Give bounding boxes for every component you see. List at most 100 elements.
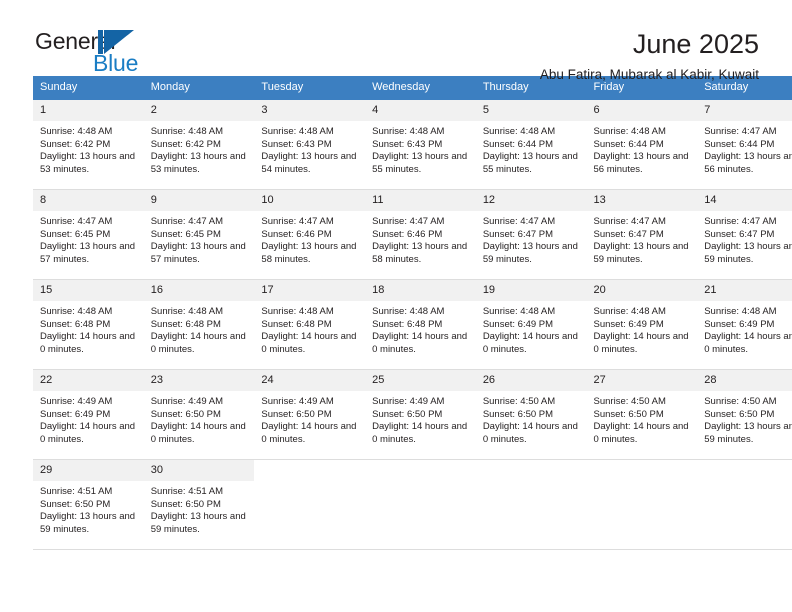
day-cell-inner: 10 Sunrise: 4:47 AM Sunset: 6:46 PM Dayligh… — [254, 190, 366, 279]
calendar-day-cell[interactable]: 26 Sunrise: 4:50 AM Sunset: 6:50 PM Dayligh… — [475, 369, 587, 460]
daylight-text: Daylight: 13 hours and 58 minutes. — [261, 241, 357, 265]
daylight-text: Daylight: 13 hours and 59 minutes. — [40, 511, 136, 535]
daylight-text: Daylight: 14 hours and 0 minutes. — [482, 331, 578, 355]
day-number: 22 — [33, 370, 144, 391]
day-cell-inner: 25 Sunrise: 4:49 AM Sunset: 6:50 PM Dayligh… — [365, 370, 476, 459]
sunrise-text: Sunrise: 4:47 AM — [261, 216, 334, 227]
day-cell-inner — [697, 460, 792, 549]
daylight-text: Daylight: 13 hours and 53 minutes. — [40, 151, 136, 175]
calendar-day-cell[interactable]: 24 Sunrise: 4:49 AM Sunset: 6:50 PM Dayligh… — [254, 369, 366, 460]
day-cell-inner: 11 Sunrise: 4:47 AM Sunset: 6:46 PM Dayligh… — [365, 190, 476, 279]
day-cell-details: Sunrise: 4:48 AM Sunset: 6:48 PM Daylight:… — [33, 301, 144, 356]
calendar-day-cell[interactable]: 13 Sunrise: 4:47 AM Sunset: 6:47 PM Dayligh… — [586, 189, 698, 280]
daylight-text: Daylight: 13 hours and 57 minutes. — [150, 241, 246, 265]
calendar-day-cell[interactable]: 27 Sunrise: 4:50 AM Sunset: 6:50 PM Dayligh… — [586, 369, 698, 460]
sunset-text: Sunset: 6:50 PM — [40, 498, 111, 510]
calendar-day-cell[interactable]: 23 Sunrise: 4:49 AM Sunset: 6:50 PM Dayligh… — [143, 369, 255, 460]
day-cell-inner: 3 Sunrise: 4:48 AM Sunset: 6:43 PM Daylight… — [254, 100, 366, 189]
daylight-text: Daylight: 13 hours and 59 minutes. — [482, 241, 578, 265]
calendar-day-cell-empty — [254, 459, 366, 550]
day-cell-details: Sunrise: 4:48 AM Sunset: 6:48 PM Daylight:… — [365, 301, 476, 356]
day-cell-details: Sunrise: 4:47 AM Sunset: 6:44 PM Daylight:… — [697, 121, 792, 176]
day-number: 24 — [254, 370, 366, 391]
sunset-text: Sunset: 6:47 PM — [704, 228, 775, 240]
calendar-day-cell[interactable]: 10 Sunrise: 4:47 AM Sunset: 6:46 PM Dayligh… — [254, 189, 366, 280]
day-cell-details: Sunrise: 4:50 AM Sunset: 6:50 PM Daylight:… — [697, 391, 792, 446]
day-cell-inner: 6 Sunrise: 4:48 AM Sunset: 6:44 PM Daylight… — [586, 100, 698, 189]
calendar-day-cell[interactable]: 12 Sunrise: 4:47 AM Sunset: 6:47 PM Dayligh… — [475, 189, 587, 280]
day-number: 29 — [33, 460, 144, 481]
calendar-day-cell[interactable]: 7 Sunrise: 4:47 AM Sunset: 6:44 PM Daylight… — [697, 99, 792, 190]
calendar-day-cell[interactable]: 14 Sunrise: 4:47 AM Sunset: 6:47 PM Dayligh… — [697, 189, 792, 280]
sunrise-text: Sunrise: 4:47 AM — [593, 216, 666, 227]
daylight-text: Daylight: 14 hours and 0 minutes. — [40, 421, 136, 445]
brand-logo[interactable]: General Blue — [33, 28, 163, 80]
calendar-day-cell[interactable]: 9 Sunrise: 4:47 AM Sunset: 6:45 PM Daylight… — [143, 189, 255, 280]
day-cell-details: Sunrise: 4:49 AM Sunset: 6:50 PM Daylight:… — [144, 391, 255, 446]
sunset-text: Sunset: 6:49 PM — [704, 318, 775, 330]
day-cell-details: Sunrise: 4:48 AM Sunset: 6:48 PM Daylight:… — [254, 301, 365, 356]
daylight-text: Daylight: 13 hours and 56 minutes. — [593, 151, 689, 175]
day-cell-details: Sunrise: 4:47 AM Sunset: 6:47 PM Daylight:… — [476, 211, 587, 266]
sunrise-text: Sunrise: 4:48 AM — [593, 306, 666, 317]
calendar-day-cell[interactable]: 5 Sunrise: 4:48 AM Sunset: 6:44 PM Daylight… — [475, 99, 587, 190]
day-cell-inner: 17 Sunrise: 4:48 AM Sunset: 6:48 PM Dayligh… — [254, 280, 366, 369]
calendar-day-cell[interactable]: 6 Sunrise: 4:48 AM Sunset: 6:44 PM Daylight… — [586, 99, 698, 190]
day-cell-inner: 5 Sunrise: 4:48 AM Sunset: 6:44 PM Daylight… — [475, 100, 587, 189]
day-cell-details: Sunrise: 4:50 AM Sunset: 6:50 PM Daylight:… — [476, 391, 587, 446]
daylight-text: Daylight: 13 hours and 59 minutes. — [150, 511, 246, 535]
day-cell-details: Sunrise: 4:47 AM Sunset: 6:46 PM Daylight:… — [365, 211, 476, 266]
calendar-day-cell[interactable]: 8 Sunrise: 4:47 AM Sunset: 6:45 PM Daylight… — [33, 189, 144, 280]
day-cell-details — [697, 481, 792, 486]
calendar-day-cell[interactable]: 21 Sunrise: 4:48 AM Sunset: 6:49 PM Dayligh… — [697, 279, 792, 370]
calendar-day-cell[interactable]: 20 Sunrise: 4:48 AM Sunset: 6:49 PM Dayligh… — [586, 279, 698, 370]
day-number: 9 — [143, 190, 255, 211]
day-cell-inner: 18 Sunrise: 4:48 AM Sunset: 6:48 PM Dayligh… — [365, 280, 476, 369]
day-number: 21 — [697, 280, 792, 301]
daylight-text: Daylight: 13 hours and 58 minutes. — [372, 241, 468, 265]
day-cell-details: Sunrise: 4:48 AM Sunset: 6:43 PM Daylight:… — [254, 121, 365, 176]
title-block: June 2025 Abu Fatira, Mubarak al Kabir, … — [540, 28, 759, 84]
calendar-day-cell[interactable]: 4 Sunrise: 4:48 AM Sunset: 6:43 PM Daylight… — [365, 99, 476, 190]
day-cell-details: Sunrise: 4:48 AM Sunset: 6:44 PM Daylight:… — [476, 121, 587, 176]
calendar-day-cell[interactable]: 28 Sunrise: 4:50 AM Sunset: 6:50 PM Dayligh… — [697, 369, 792, 460]
calendar-day-cell[interactable]: 22 Sunrise: 4:49 AM Sunset: 6:49 PM Dayligh… — [33, 369, 144, 460]
day-number: 4 — [365, 100, 476, 121]
calendar-page: General Blue June 2025 Abu Fatira, Mubar… — [0, 0, 792, 612]
daylight-text: Daylight: 14 hours and 0 minutes. — [372, 331, 468, 355]
day-cell-inner: 19 Sunrise: 4:48 AM Sunset: 6:49 PM Dayligh… — [475, 280, 587, 369]
daylight-text: Daylight: 14 hours and 0 minutes. — [593, 331, 689, 355]
sunset-text: Sunset: 6:46 PM — [372, 228, 443, 240]
sunset-text: Sunset: 6:43 PM — [372, 138, 443, 150]
calendar-day-cell[interactable]: 19 Sunrise: 4:48 AM Sunset: 6:49 PM Dayligh… — [475, 279, 587, 370]
daylight-text: Daylight: 13 hours and 55 minutes. — [482, 151, 578, 175]
calendar-day-cell[interactable]: 25 Sunrise: 4:49 AM Sunset: 6:50 PM Dayligh… — [365, 369, 476, 460]
day-cell-inner: 7 Sunrise: 4:47 AM Sunset: 6:44 PM Daylight… — [697, 100, 792, 189]
calendar-day-cell[interactable]: 11 Sunrise: 4:47 AM Sunset: 6:46 PM Dayligh… — [365, 189, 476, 280]
sunrise-text: Sunrise: 4:51 AM — [150, 486, 224, 497]
day-cell-inner: 2 Sunrise: 4:48 AM Sunset: 6:42 PM Daylight… — [143, 100, 255, 189]
day-cell-inner: 30 Sunrise: 4:51 AM Sunset: 6:50 PM Dayligh… — [143, 460, 255, 549]
sunrise-text: Sunrise: 4:47 AM — [704, 126, 777, 137]
sunset-text: Sunset: 6:50 PM — [704, 408, 775, 420]
calendar-day-cell-empty — [475, 459, 587, 550]
daylight-text: Daylight: 14 hours and 0 minutes. — [261, 421, 357, 445]
calendar-day-cell[interactable]: 2 Sunrise: 4:48 AM Sunset: 6:42 PM Daylight… — [143, 99, 255, 190]
calendar-day-cell[interactable]: 3 Sunrise: 4:48 AM Sunset: 6:43 PM Daylight… — [254, 99, 366, 190]
calendar-day-cell[interactable]: 17 Sunrise: 4:48 AM Sunset: 6:48 PM Dayligh… — [254, 279, 366, 370]
day-cell-inner — [254, 460, 366, 549]
day-cell-inner: 20 Sunrise: 4:48 AM Sunset: 6:49 PM Dayligh… — [586, 280, 698, 369]
day-cell-inner: 22 Sunrise: 4:49 AM Sunset: 6:49 PM Dayligh… — [33, 370, 144, 459]
day-cell-details: Sunrise: 4:48 AM Sunset: 6:43 PM Daylight:… — [365, 121, 476, 176]
day-number: 19 — [475, 280, 587, 301]
daylight-text: Daylight: 13 hours and 53 minutes. — [150, 151, 246, 175]
calendar-day-cell[interactable]: 16 Sunrise: 4:48 AM Sunset: 6:48 PM Dayligh… — [143, 279, 255, 370]
day-cell-details: Sunrise: 4:47 AM Sunset: 6:45 PM Daylight:… — [144, 211, 255, 266]
calendar-day-cell[interactable]: 1 Sunrise: 4:48 AM Sunset: 6:42 PM Daylight… — [33, 99, 144, 190]
calendar-day-cell[interactable]: 29 Sunrise: 4:51 AM Sunset: 6:50 PM Dayligh… — [33, 459, 144, 550]
sunrise-text: Sunrise: 4:51 AM — [40, 486, 113, 497]
calendar-day-cell[interactable]: 15 Sunrise: 4:48 AM Sunset: 6:48 PM Dayligh… — [33, 279, 144, 370]
day-cell-details: Sunrise: 4:50 AM Sunset: 6:50 PM Daylight:… — [587, 391, 698, 446]
calendar-day-cell[interactable]: 30 Sunrise: 4:51 AM Sunset: 6:50 PM Dayligh… — [143, 459, 255, 550]
calendar-day-cell[interactable]: 18 Sunrise: 4:48 AM Sunset: 6:48 PM Dayligh… — [365, 279, 476, 370]
